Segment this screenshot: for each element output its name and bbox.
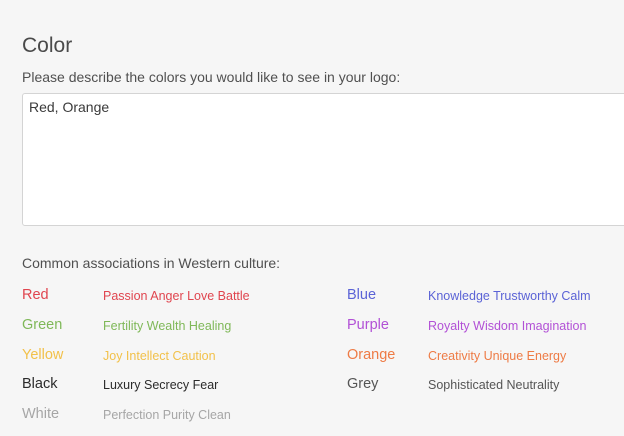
color-name-orange: Orange (347, 346, 396, 363)
color-description-input[interactable]: Red, Orange (22, 93, 624, 226)
color-name-black: Black (22, 376, 58, 393)
color-name-white: White (22, 406, 60, 422)
color-name-green: Green (22, 316, 63, 333)
color-meaning-grey: Sophisticated Neutrality (428, 378, 560, 393)
color-question-label: Please describe the colors you would lik… (22, 69, 401, 85)
color-name-grey: Grey (347, 376, 379, 393)
color-meaning-white: Perfection Purity Clean (103, 408, 231, 422)
color-name-purple: Purple (347, 316, 389, 333)
color-name-red: Red (22, 287, 49, 303)
color-name-blue: Blue (347, 287, 377, 303)
color-meaning-blue: Knowledge Trustworthy Calm (428, 289, 591, 303)
color-meaning-yellow: Joy Intellect Caution (103, 348, 216, 363)
associations-heading: Common associations in Western culture: (22, 255, 281, 271)
section-title: Color (22, 34, 73, 57)
color-meaning-black: Luxury Secrecy Fear (103, 378, 219, 393)
color-meaning-red: Passion Anger Love Battle (103, 289, 250, 303)
color-meaning-orange: Creativity Unique Energy (428, 348, 567, 363)
color-name-yellow: Yellow (22, 346, 64, 363)
color-meaning-green: Fertility Wealth Healing (103, 318, 232, 333)
color-meaning-purple: Royalty Wisdom Imagination (428, 318, 587, 333)
